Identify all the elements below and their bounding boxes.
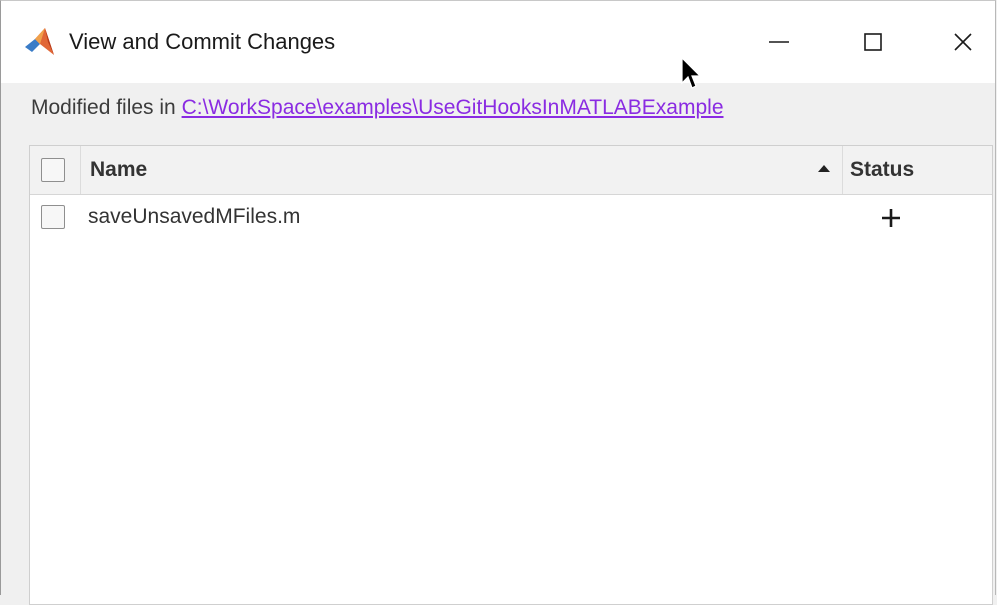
title-bar[interactable]: View and Commit Changes (1, 1, 995, 83)
minimize-icon (769, 41, 789, 43)
matlab-logo-icon (25, 28, 54, 55)
close-icon (954, 33, 972, 51)
added-plus-icon (876, 203, 906, 233)
sort-ascending-icon (818, 165, 830, 172)
table-row[interactable]: saveUnsavedMFiles.m (30, 195, 992, 241)
column-header-status[interactable]: Status (842, 146, 992, 194)
view-and-commit-changes-window: View and Commit Changes Modified files i… (0, 0, 996, 605)
modified-files-path: Modified files in C:\WorkSpace\examples\… (31, 96, 724, 120)
column-header-status-label: Status (850, 158, 915, 181)
maximize-icon (864, 33, 882, 51)
window-title: View and Commit Changes (69, 29, 336, 54)
column-header-name[interactable]: Name (80, 146, 843, 194)
close-button[interactable] (931, 15, 995, 69)
file-name: saveUnsavedMFiles.m (88, 205, 301, 228)
path-prefix-label: Modified files in (31, 96, 182, 119)
column-header-name-label: Name (90, 158, 148, 181)
row-checkbox[interactable] (41, 205, 65, 229)
maximize-button[interactable] (841, 15, 905, 69)
select-all-cell (30, 146, 81, 194)
minimize-button[interactable] (747, 15, 811, 69)
changed-files-table: Name Status saveUnsavedMFiles.m (29, 145, 993, 605)
repository-path-link[interactable]: C:\WorkSpace\examples\UseGitHooksInMATLA… (182, 96, 724, 119)
select-all-checkbox[interactable] (41, 158, 65, 182)
table-header: Name Status (30, 146, 992, 195)
